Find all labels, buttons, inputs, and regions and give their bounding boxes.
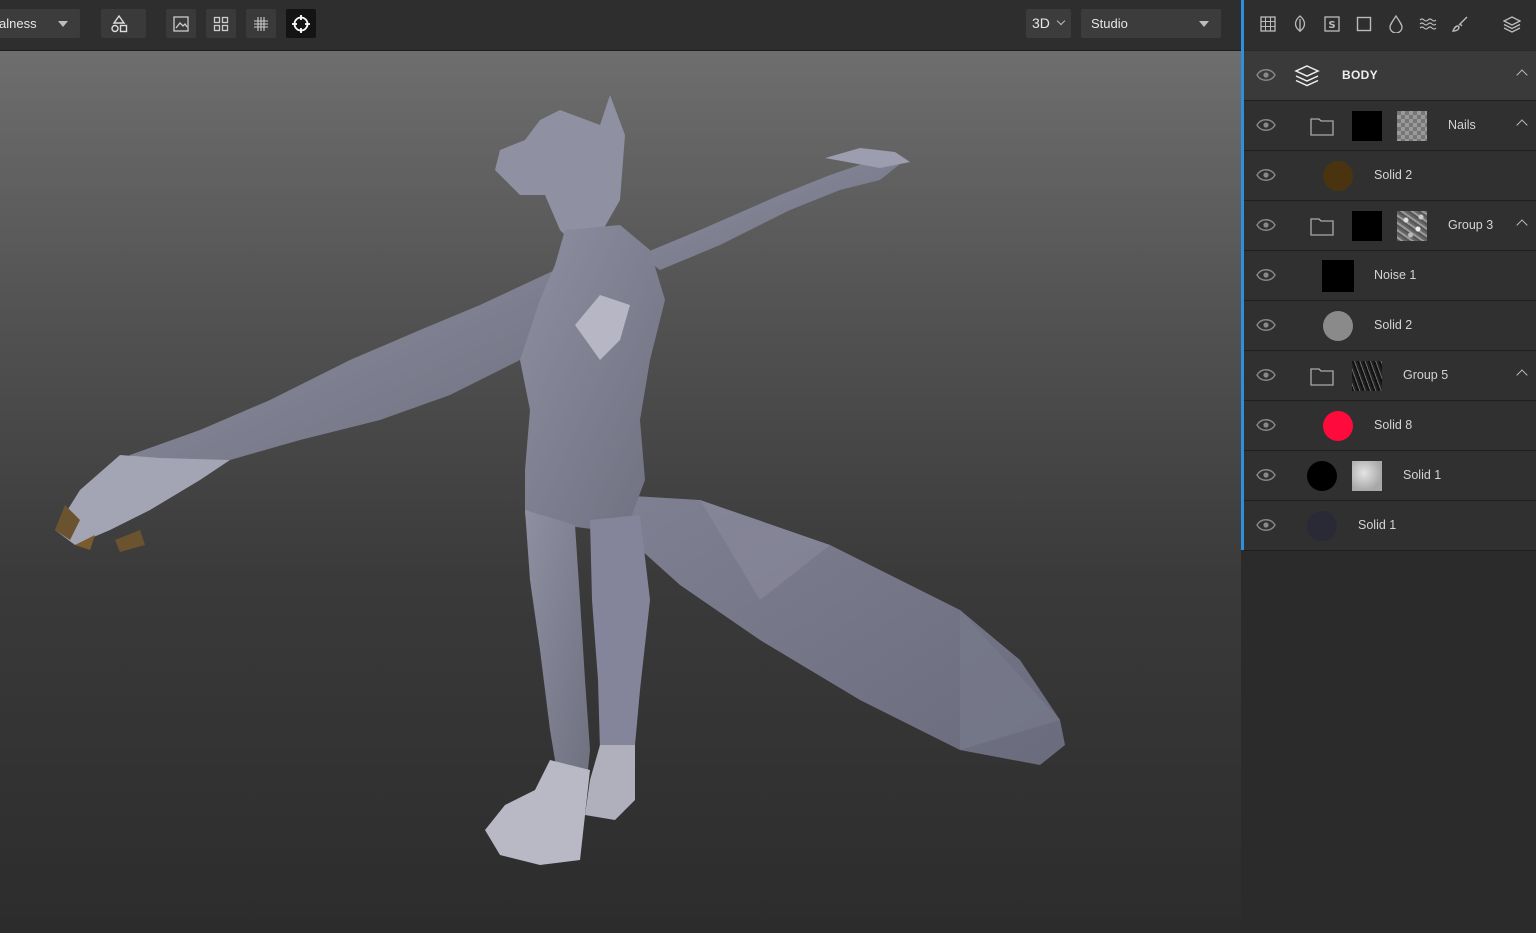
color-swatch <box>1307 461 1337 491</box>
eye-icon[interactable] <box>1256 67 1276 83</box>
chevron-down-icon <box>1199 21 1209 27</box>
layer-name: Solid 1 <box>1403 468 1442 482</box>
layers-panel: S BODY Nails Solid 2 Group 3 Noise 1 Sol… <box>1244 0 1536 933</box>
layer-folder-group-5[interactable]: Group 5 <box>1244 351 1536 401</box>
four-squares-icon <box>213 16 229 31</box>
layer-solid[interactable]: Solid 1 <box>1244 451 1536 501</box>
layer-name: Solid 8 <box>1374 418 1413 432</box>
layer-solid[interactable]: Solid 2 <box>1244 301 1536 351</box>
eye-icon[interactable] <box>1256 467 1276 483</box>
folder-icon <box>1310 368 1334 386</box>
drop-icon[interactable] <box>1386 14 1406 34</box>
layer-name: Nails <box>1448 118 1476 132</box>
image-icon <box>173 15 189 32</box>
layer-thumbnail <box>1322 260 1354 292</box>
layer-solid[interactable]: Solid 1 <box>1244 501 1536 551</box>
folder-icon <box>1310 218 1334 236</box>
eye-icon[interactable] <box>1256 117 1276 133</box>
grid-toggle-button[interactable] <box>246 9 276 38</box>
waves-icon[interactable] <box>1418 14 1438 34</box>
eye-icon[interactable] <box>1256 417 1276 433</box>
grid-icon[interactable] <box>1258 14 1278 34</box>
chevron-down-icon <box>1056 16 1066 26</box>
layer-folder-group-3[interactable]: Group 3 <box>1244 201 1536 251</box>
layer-name: Noise 1 <box>1374 268 1417 282</box>
chevron-up-icon[interactable] <box>1516 369 1528 381</box>
grid-layout-button[interactable] <box>206 9 236 38</box>
environment-label: Studio <box>1091 16 1128 31</box>
color-swatch <box>1323 161 1353 191</box>
target-button[interactable] <box>286 9 316 38</box>
eye-icon[interactable] <box>1256 517 1276 533</box>
layer-solid[interactable]: Solid 2 <box>1244 151 1536 201</box>
layer-group-body[interactable]: BODY <box>1244 51 1536 101</box>
view-mode-label: 3D <box>1032 15 1050 31</box>
layer-name: BODY <box>1342 68 1378 82</box>
eye-icon[interactable] <box>1256 167 1276 183</box>
crosshair-icon <box>292 14 310 33</box>
color-swatch <box>1323 311 1353 341</box>
layers-icon[interactable] <box>1502 14 1522 34</box>
svg-text:S: S <box>1328 20 1335 31</box>
layer-mask-thumbnail <box>1352 111 1382 141</box>
brush-icon[interactable] <box>1450 14 1470 34</box>
3d-model <box>55 95 1065 865</box>
shapes-dropdown-button[interactable] <box>101 9 146 38</box>
3d-viewport[interactable] <box>0 51 1241 933</box>
view-mode-dropdown[interactable]: 3D <box>1026 9 1071 38</box>
layer-mask-thumbnail <box>1352 461 1382 491</box>
folder-icon <box>1310 118 1334 136</box>
eye-icon[interactable] <box>1256 267 1276 283</box>
top-toolbar: alness 3D Studio <box>0 0 1241 51</box>
environment-dropdown[interactable]: Studio <box>1081 9 1221 38</box>
layer-thumbnail <box>1397 211 1427 241</box>
chevron-up-icon[interactable] <box>1516 119 1528 131</box>
image-view-button[interactable] <box>166 9 196 38</box>
layer-solid[interactable]: Solid 8 <box>1244 401 1536 451</box>
layer-thumbnail <box>1352 361 1382 391</box>
color-swatch <box>1307 511 1337 541</box>
square-icon[interactable] <box>1354 14 1374 34</box>
layer-folder-nails[interactable]: Nails <box>1244 101 1536 151</box>
chevron-down-icon <box>58 21 68 27</box>
layers-stack-icon <box>1294 65 1320 87</box>
hash-grid-icon <box>254 16 268 31</box>
shapes-icon <box>110 14 127 32</box>
eye-icon[interactable] <box>1256 317 1276 333</box>
layer-name: Solid 2 <box>1374 168 1413 182</box>
channel-dropdown[interactable]: alness <box>0 9 80 38</box>
leaf-icon[interactable] <box>1290 14 1310 34</box>
chevron-up-icon[interactable] <box>1516 219 1528 231</box>
eye-icon[interactable] <box>1256 217 1276 233</box>
layer-name: Group 5 <box>1403 368 1449 382</box>
color-swatch <box>1323 411 1353 441</box>
layer-thumbnail <box>1397 111 1427 141</box>
s-icon[interactable]: S <box>1322 14 1342 34</box>
panel-tab-bar: S <box>1244 0 1536 50</box>
layer-mask-thumbnail <box>1352 211 1382 241</box>
layer-name: Solid 2 <box>1374 318 1413 332</box>
layer-name: Solid 1 <box>1358 518 1397 532</box>
eye-icon[interactable] <box>1256 367 1276 383</box>
layer-noise[interactable]: Noise 1 <box>1244 251 1536 301</box>
channel-dropdown-label: alness <box>0 16 37 31</box>
chevron-up-icon[interactable] <box>1516 69 1528 81</box>
layer-name: Group 3 <box>1448 218 1494 232</box>
